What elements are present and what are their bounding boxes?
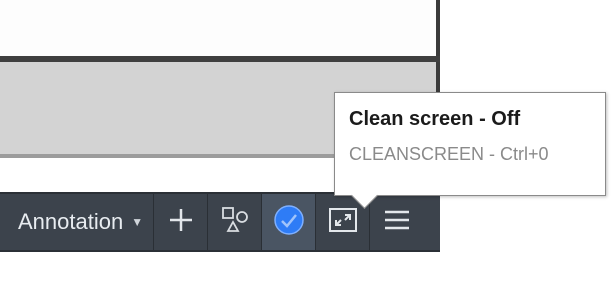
plus-button[interactable] <box>154 194 209 250</box>
isolate-objects-icon <box>220 205 250 240</box>
clean-screen-icon <box>328 207 358 238</box>
autocad-window-crop: Annotation ▼ Clean screen - Off CLEANSCR… <box>0 0 612 283</box>
annotation-label: Annotation <box>18 209 124 234</box>
chevron-down-icon: ▼ <box>131 215 144 229</box>
status-bar-edge <box>0 194 12 250</box>
hamburger-menu-icon <box>382 207 412 238</box>
plus-icon <box>167 206 195 239</box>
drawing-area[interactable] <box>0 0 440 60</box>
customization-menu-button[interactable] <box>370 194 424 250</box>
hardware-acceleration-icon <box>272 203 306 242</box>
status-bar: Annotation ▼ <box>0 192 440 252</box>
hardware-acceleration-button[interactable] <box>262 194 317 250</box>
annotation-dropdown-button[interactable]: Annotation ▼ <box>12 194 155 250</box>
tooltip-command-shortcut: CLEANSCREEN - Ctrl+0 <box>349 144 549 164</box>
clean-screen-tooltip: Clean screen - Off CLEANSCREEN - Ctrl+0 <box>334 92 606 209</box>
isolate-objects-button[interactable] <box>208 194 263 250</box>
tooltip-title: Clean screen - Off <box>349 108 521 130</box>
